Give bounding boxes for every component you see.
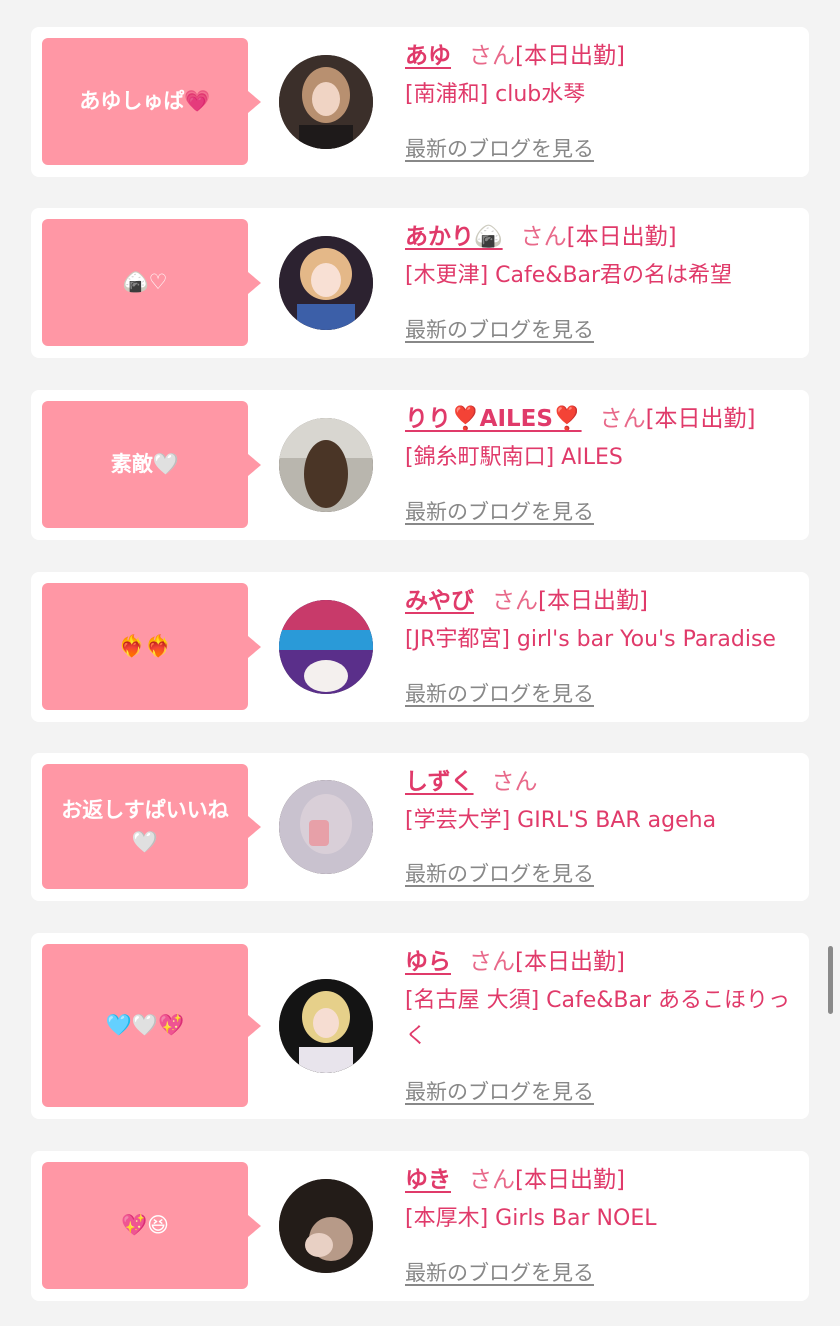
shop-name: [本厚木] Girls Bar NOEL	[405, 1206, 657, 1231]
list-item: ❤️‍🔥❤️‍🔥 みやび さん[本日出勤] [JR宇都宮] girl's bar …	[31, 572, 809, 722]
latest-blog-link[interactable]: 最新のブログを見る	[405, 133, 594, 163]
name-link[interactable]: ゆき	[405, 1167, 451, 1193]
honorific: さん	[469, 43, 515, 69]
list-item: お返しすぱいいね🤍 しずく さん [学芸大学] GIRL'S BAR ageha …	[31, 753, 809, 901]
name-link[interactable]: りり❣️AILES❣️	[405, 406, 582, 432]
profile-info: りり❣️AILES❣️ さん[本日出勤] [錦糸町駅南口] AILES	[405, 402, 801, 476]
honorific: さん	[469, 949, 515, 975]
scrollbar[interactable]	[828, 946, 833, 1014]
name-link[interactable]: しずく	[405, 769, 474, 795]
name-link[interactable]: ゆら	[405, 949, 451, 975]
list-item: 🩵🤍💖 ゆら さん[本日出勤] [名古屋 大須] Cafe&Bar あるこほりっく…	[31, 933, 809, 1119]
latest-blog-link[interactable]: 最新のブログを見る	[405, 496, 594, 526]
shop-name: [南浦和] club水琴	[405, 82, 586, 107]
latest-blog-link[interactable]: 最新のブログを見る	[405, 1257, 594, 1287]
profile-info: しずく さん [学芸大学] GIRL'S BAR ageha	[405, 765, 801, 839]
profile-info: あかり🍙 さん[本日出勤] [木更津] Cafe&Bar君の名は希望	[405, 220, 801, 294]
shop-name: [木更津] Cafe&Bar君の名は希望	[405, 263, 733, 288]
list-item: あゆしゅぱ💗 あゆ さん[本日出勤] [南浦和] club水琴 最新のブログを見る	[31, 27, 809, 177]
avatar[interactable]	[279, 600, 373, 694]
profile-info: ゆら さん[本日出勤] [名古屋 大須] Cafe&Bar あるこほりっく	[405, 945, 801, 1055]
blog-like-list: あゆしゅぱ💗 あゆ さん[本日出勤] [南浦和] club水琴 最新のブログを見る…	[0, 0, 840, 1326]
comment-bubble: 素敵🤍	[42, 401, 261, 528]
avatar[interactable]	[279, 55, 373, 149]
profile-info: みやび さん[本日出勤] [JR宇都宮] girl's bar You's Par…	[405, 584, 801, 658]
shop-name: [JR宇都宮] girl's bar You's Paradise	[405, 627, 776, 652]
honorific: さん	[520, 224, 567, 250]
name-link[interactable]: みやび	[405, 588, 474, 614]
latest-blog-link[interactable]: 最新のブログを見る	[405, 678, 594, 708]
honorific: さん	[492, 588, 538, 614]
honorific: さん	[599, 406, 646, 432]
comment-bubble: ❤️‍🔥❤️‍🔥	[42, 583, 261, 710]
name-link[interactable]: あゆ	[405, 43, 451, 69]
shop-name: [錦糸町駅南口] AILES	[405, 445, 623, 470]
avatar[interactable]	[279, 979, 373, 1073]
list-item: 💖😆 ゆき さん[本日出勤] [本厚木] Girls Bar NOEL 最新のブロ…	[31, 1151, 809, 1301]
status-text: [本日出勤]	[538, 588, 648, 614]
latest-blog-link[interactable]: 最新のブログを見る	[405, 314, 594, 344]
comment-bubble: 🩵🤍💖	[42, 944, 261, 1107]
honorific: さん	[469, 1167, 515, 1193]
shop-name: [名古屋 大須] Cafe&Bar あるこほりっく	[405, 988, 791, 1049]
avatar[interactable]	[279, 418, 373, 512]
name-link[interactable]: あかり🍙	[405, 224, 503, 250]
status-text: [本日出勤]	[515, 1167, 625, 1193]
profile-info: あゆ さん[本日出勤] [南浦和] club水琴	[405, 39, 801, 113]
status-text: [本日出勤]	[515, 43, 625, 69]
comment-bubble: お返しすぱいいね🤍	[42, 764, 261, 889]
list-item: 素敵🤍 りり❣️AILES❣️ さん[本日出勤] [錦糸町駅南口] AILES 最…	[31, 390, 809, 540]
avatar[interactable]	[279, 236, 373, 330]
honorific: さん	[491, 769, 538, 795]
comment-bubble: 🍙♡	[42, 219, 261, 346]
comment-bubble: 💖😆	[42, 1162, 261, 1289]
status-text: [本日出勤]	[566, 224, 677, 250]
status-text: [本日出勤]	[515, 949, 625, 975]
avatar[interactable]	[279, 780, 373, 874]
profile-info: ゆき さん[本日出勤] [本厚木] Girls Bar NOEL	[405, 1163, 801, 1237]
latest-blog-link[interactable]: 最新のブログを見る	[405, 858, 594, 888]
avatar[interactable]	[279, 1179, 373, 1273]
status-text: [本日出勤]	[645, 406, 756, 432]
shop-name: [学芸大学] GIRL'S BAR ageha	[405, 808, 717, 833]
latest-blog-link[interactable]: 最新のブログを見る	[405, 1076, 594, 1106]
list-item: 🍙♡ あかり🍙 さん[本日出勤] [木更津] Cafe&Bar君の名は希望 最新の…	[31, 208, 809, 358]
comment-bubble: あゆしゅぱ💗	[42, 38, 261, 165]
